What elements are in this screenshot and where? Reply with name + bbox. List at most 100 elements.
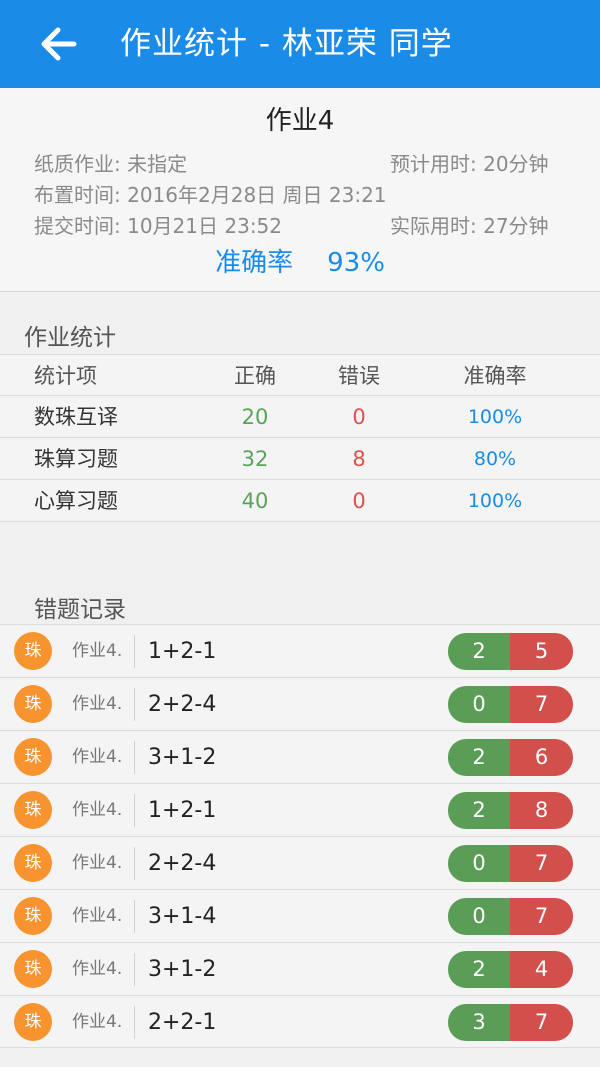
wrong-count: 7 — [510, 845, 573, 882]
divider — [134, 635, 135, 668]
wrong-count: 8 — [510, 792, 573, 829]
homework-tag: 作业4. — [72, 747, 123, 767]
stat-accuracy: 100% — [467, 490, 523, 512]
stats-table: 统计项 正确 错误 准确率 数珠互译 20 0 100% 珠算习题 32 8 8… — [0, 354, 600, 522]
stats-header-row: 统计项 正确 错误 准确率 — [0, 354, 600, 396]
homework-tag: 作业4. — [72, 800, 123, 820]
list-item[interactable]: 珠 作业4. 3+1-2 2 6 — [0, 730, 600, 783]
divider — [134, 794, 135, 827]
back-button[interactable] — [30, 18, 86, 70]
result-pill: 0 7 — [448, 845, 573, 882]
abacus-badge-icon: 珠 — [14, 791, 52, 829]
wrong-count: 7 — [510, 898, 573, 935]
submit-time-value: 10月21日 23:52 — [127, 214, 283, 238]
divider — [134, 741, 135, 774]
column-header-item: 统计项 — [34, 364, 97, 388]
abacus-badge-icon: 珠 — [14, 738, 52, 776]
stat-accuracy: 80% — [473, 448, 517, 470]
accuracy-label: 准确率 — [215, 248, 294, 278]
homework-tag: 作业4. — [72, 1012, 123, 1032]
list-item[interactable]: 珠 作业4. 1+2-1 2 8 — [0, 783, 600, 836]
estimated-time-label: 预计用时: — [390, 152, 477, 176]
stat-correct-count: 20 — [241, 405, 269, 429]
problem-expression: 1+2-1 — [148, 798, 217, 823]
abacus-badge-icon: 珠 — [14, 950, 52, 988]
stat-item-name: 珠算习题 — [34, 447, 118, 471]
submit-time-info: 提交时间: 10月21日 23:52 — [34, 210, 282, 239]
abacus-badge-icon: 珠 — [14, 685, 52, 723]
paper-homework-label: 纸质作业: — [34, 152, 121, 176]
right-count: 2 — [448, 951, 510, 988]
wrong-count: 7 — [510, 1004, 573, 1041]
actual-time-label: 实际用时: — [390, 214, 477, 238]
arrow-left-icon — [41, 27, 77, 61]
problem-expression: 1+2-1 — [148, 639, 217, 664]
homework-name: 作业4 — [265, 106, 335, 136]
mistakes-section-title: 错题记录 — [34, 597, 126, 623]
result-pill: 2 5 — [448, 633, 573, 670]
result-pill: 2 6 — [448, 739, 573, 776]
right-count: 2 — [448, 792, 510, 829]
homework-tag: 作业4. — [72, 959, 123, 979]
homework-tag: 作业4. — [72, 641, 123, 661]
paper-homework-info: 纸质作业: 未指定 — [34, 148, 187, 177]
homework-tag: 作业4. — [72, 906, 123, 926]
problem-expression: 3+1-4 — [148, 904, 217, 929]
table-row: 数珠互译 20 0 100% — [0, 396, 600, 438]
stat-wrong-count: 0 — [352, 489, 366, 513]
list-item[interactable]: 珠 作业4. 1+2-1 2 5 — [0, 624, 600, 677]
divider — [134, 900, 135, 933]
list-item[interactable]: 珠 作业4. 2+2-1 3 7 — [0, 995, 600, 1048]
assign-time-info: 布置时间: 2016年2月28日 周日 23:21 — [34, 179, 387, 208]
estimated-time-info: 预计用时: 20分钟 — [390, 148, 549, 177]
right-count: 2 — [448, 739, 510, 776]
right-count: 0 — [448, 898, 510, 935]
overall-accuracy: 准确率 93% — [0, 242, 600, 279]
result-pill: 2 4 — [448, 951, 573, 988]
list-item[interactable]: 珠 作业4. 3+1-2 2 4 — [0, 942, 600, 995]
result-pill: 0 7 — [448, 898, 573, 935]
list-item[interactable]: 珠 作业4. 3+1-4 0 7 — [0, 889, 600, 942]
wrong-count: 4 — [510, 951, 573, 988]
result-pill: 0 7 — [448, 686, 573, 723]
app-bar: 作业统计 - 林亚荣 同学 — [0, 0, 600, 88]
wrong-count: 7 — [510, 686, 573, 723]
right-count: 3 — [448, 1004, 510, 1041]
stat-accuracy: 100% — [467, 406, 523, 428]
abacus-badge-icon: 珠 — [14, 1003, 52, 1041]
assign-time-value: 2016年2月28日 周日 23:21 — [127, 183, 387, 207]
wrong-count: 5 — [510, 633, 573, 670]
result-pill: 3 7 — [448, 1004, 573, 1041]
homework-summary: 作业4 纸质作业: 未指定 预计用时: 20分钟 布置时间: 2016年2月28… — [0, 88, 600, 292]
divider — [134, 688, 135, 721]
problem-expression: 2+2-1 — [148, 1010, 217, 1035]
right-count: 2 — [448, 633, 510, 670]
problem-expression: 2+2-4 — [148, 692, 217, 717]
problem-expression: 3+1-2 — [148, 745, 217, 770]
abacus-badge-icon: 珠 — [14, 844, 52, 882]
stat-correct-count: 40 — [241, 489, 269, 513]
column-header-accuracy: 准确率 — [463, 364, 527, 388]
stat-item-name: 心算习题 — [34, 489, 118, 513]
abacus-badge-icon: 珠 — [14, 632, 52, 670]
actual-time-info: 实际用时: 27分钟 — [390, 210, 549, 239]
homework-tag: 作业4. — [72, 694, 123, 714]
divider — [134, 847, 135, 880]
list-item[interactable]: 珠 作业4. 2+2-4 0 7 — [0, 836, 600, 889]
paper-homework-value: 未指定 — [127, 152, 188, 176]
list-item[interactable]: 珠 作业4. 2+2-4 0 7 — [0, 677, 600, 730]
divider — [134, 1006, 135, 1039]
table-row: 心算习题 40 0 100% — [0, 480, 600, 522]
stats-section-title: 作业统计 — [24, 325, 116, 351]
wrong-count: 6 — [510, 739, 573, 776]
stat-wrong-count: 0 — [352, 405, 366, 429]
accuracy-value: 93% — [327, 248, 385, 278]
estimated-time-value: 20分钟 — [483, 152, 549, 176]
divider — [134, 953, 135, 986]
table-row: 珠算习题 32 8 80% — [0, 438, 600, 480]
abacus-badge-icon: 珠 — [14, 897, 52, 935]
problem-expression: 3+1-2 — [148, 957, 217, 982]
result-pill: 2 8 — [448, 792, 573, 829]
page-title: 作业统计 - 林亚荣 同学 — [120, 26, 453, 62]
submit-time-label: 提交时间: — [34, 214, 121, 238]
